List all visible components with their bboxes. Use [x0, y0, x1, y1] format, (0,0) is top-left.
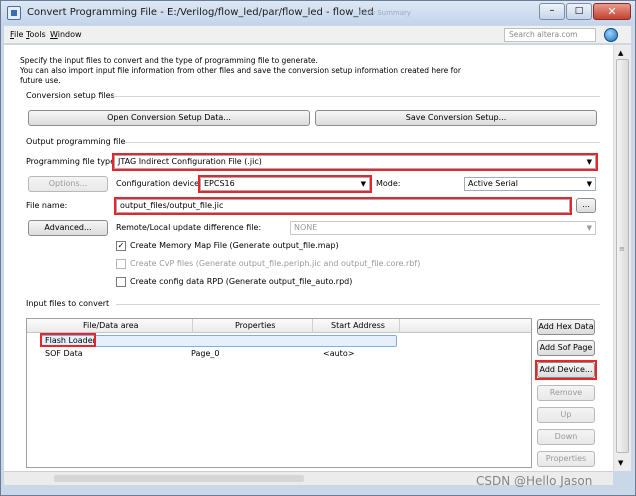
menu-file[interactable]: File: [10, 29, 23, 41]
file-type-label: Programming file type:: [26, 157, 118, 166]
advanced-button[interactable]: Advanced...: [28, 220, 108, 236]
column-header-file[interactable]: File/Data area: [83, 320, 139, 332]
up-button[interactable]: Up: [537, 407, 595, 423]
menu-window[interactable]: Window: [50, 29, 82, 41]
column-header-start-address[interactable]: Start Address: [331, 320, 385, 332]
add-sof-page-button[interactable]: Add Sof Page: [537, 340, 595, 356]
row-sof-data-properties: Page_0: [191, 349, 220, 358]
highlight-flash-loader: [40, 333, 96, 347]
ghost-tab: Flow Summary: [359, 9, 412, 17]
highlight-config-device: [198, 175, 372, 193]
remove-button[interactable]: Remove: [537, 385, 595, 401]
mode-select[interactable]: Active Serial ▼: [464, 177, 596, 191]
column-header-properties[interactable]: Properties: [235, 320, 275, 332]
watermark: CSDN @Hello Jason: [476, 474, 593, 488]
input-files-table[interactable]: File/Data area Properties Start Address …: [26, 318, 532, 468]
down-button[interactable]: Down: [537, 429, 595, 445]
highlight-file-type: [112, 153, 598, 171]
output-divider: [122, 142, 600, 143]
config-device-label: Configuration device:: [116, 179, 202, 188]
scroll-grip-icon: ≡: [619, 245, 625, 253]
row-sof-data-name: SOF Data: [45, 349, 83, 358]
column-divider: [192, 319, 193, 333]
memory-map-label: Create Memory Map File (Generate output_…: [130, 241, 339, 250]
app-icon: [7, 6, 21, 20]
search-placeholder: Search altera.com: [509, 30, 578, 39]
conversion-setup-heading: Conversion setup files: [26, 91, 115, 100]
row-sof-data-address: <auto>: [323, 349, 355, 358]
vertical-scrollbar[interactable]: ▲ ≡ ▼: [613, 45, 631, 471]
scroll-up-arrow[interactable]: ▲: [618, 49, 623, 57]
rpd-checkbox[interactable]: [116, 277, 126, 287]
column-divider: [399, 319, 400, 333]
input-heading: Input files to convert: [26, 299, 110, 308]
remote-label: Remote/Local update difference file:: [116, 223, 262, 232]
maximize-button[interactable]: □: [566, 3, 592, 20]
intro-line-1: Specify the input files to convert and t…: [20, 56, 318, 65]
properties-button[interactable]: Properties: [537, 451, 595, 467]
globe-icon[interactable]: [604, 28, 618, 42]
intro-line-3: future use.: [20, 76, 61, 85]
scroll-down-arrow[interactable]: ▼: [618, 459, 623, 467]
remote-value: NONE: [294, 223, 318, 232]
options-button[interactable]: Options...: [28, 176, 108, 192]
rpd-label: Create config data RPD (Generate output_…: [130, 277, 353, 286]
input-divider: [116, 304, 600, 305]
save-conversion-setup-button[interactable]: Save Conversion Setup...: [315, 110, 597, 126]
highlight-file-name: [114, 197, 572, 215]
menu-bar: File Tools Window Search altera.com: [4, 26, 631, 44]
scroll-thumb[interactable]: [616, 59, 629, 453]
open-conversion-setup-button[interactable]: Open Conversion Setup Data...: [28, 110, 310, 126]
mode-value: Active Serial: [468, 179, 518, 188]
horizontal-scroll-thumb[interactable]: [54, 475, 304, 482]
cvp-label: Create CvP files (Generate output_file.p…: [130, 259, 421, 268]
close-button[interactable]: ✕: [593, 3, 631, 20]
highlight-add-device: [535, 360, 597, 380]
add-hex-data-button[interactable]: Add Hex Data: [537, 319, 595, 335]
memory-map-checkbox[interactable]: ✓: [116, 241, 126, 251]
mode-label: Mode:: [376, 179, 401, 188]
column-divider: [312, 319, 313, 333]
minimize-button[interactable]: –: [539, 3, 565, 20]
file-name-label: File name:: [26, 201, 68, 210]
window-title: Convert Programming File - E:/Verilog/fl…: [27, 7, 374, 18]
chevron-down-icon: ▼: [586, 180, 592, 188]
search-field[interactable]: Search altera.com: [504, 28, 596, 42]
remote-select[interactable]: NONE ▼: [290, 221, 596, 235]
conversion-setup-divider: [110, 96, 600, 97]
intro-line-2: You can also import input file informati…: [20, 66, 461, 75]
title-bar[interactable]: Convert Programming File - E:/Verilog/fl…: [1, 1, 635, 25]
output-heading: Output programming file: [26, 137, 126, 146]
chevron-down-icon: ▼: [586, 224, 592, 232]
menu-tools[interactable]: Tools: [26, 29, 46, 41]
cvp-checkbox[interactable]: [116, 259, 126, 269]
browse-button[interactable]: ...: [576, 198, 596, 213]
